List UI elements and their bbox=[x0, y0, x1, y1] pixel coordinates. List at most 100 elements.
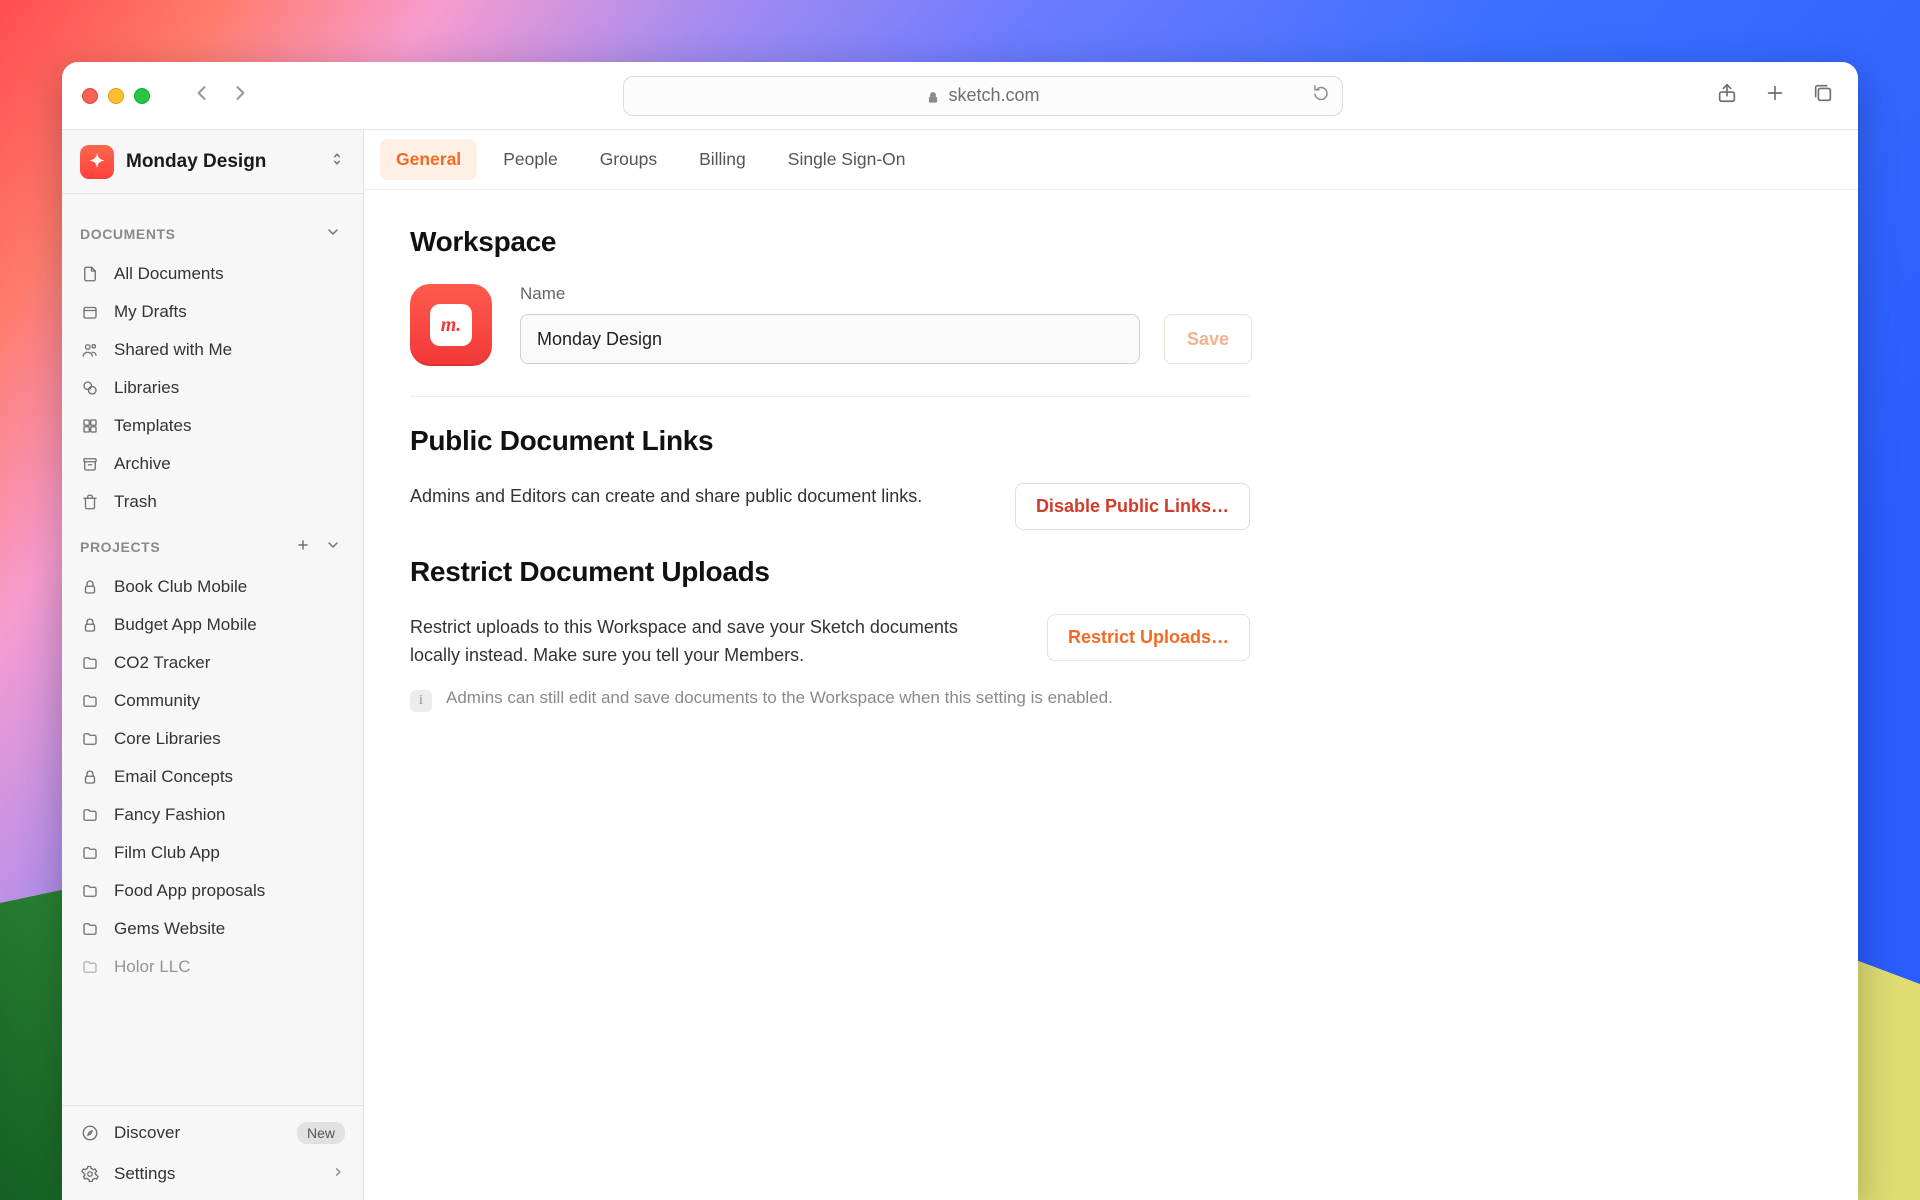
toolbar-right bbox=[1716, 82, 1834, 109]
files-icon bbox=[80, 264, 100, 284]
sidebar-item-all-documents[interactable]: All Documents bbox=[62, 255, 363, 293]
sidebar-item-label: Fancy Fashion bbox=[114, 805, 226, 825]
lock-icon bbox=[80, 767, 100, 787]
minimize-window-button[interactable] bbox=[108, 88, 124, 104]
sidebar-item-label: Shared with Me bbox=[114, 340, 232, 360]
tabs-overview-button[interactable] bbox=[1812, 82, 1834, 109]
tab-billing[interactable]: Billing bbox=[683, 139, 762, 180]
save-button[interactable]: Save bbox=[1164, 314, 1252, 364]
browser-toolbar: sketch.com bbox=[62, 62, 1858, 130]
workspace-switcher[interactable]: ✦ Monday Design bbox=[62, 130, 363, 194]
sidebar-item-label: Budget App Mobile bbox=[114, 615, 257, 635]
sidebar-project-item[interactable]: Food App proposals bbox=[62, 872, 363, 910]
folder-icon bbox=[80, 957, 100, 977]
disable-public-links-button[interactable]: Disable Public Links… bbox=[1015, 483, 1250, 530]
folder-icon bbox=[80, 729, 100, 749]
workspace-name: Monday Design bbox=[126, 151, 313, 173]
sidebar-item-label: Email Concepts bbox=[114, 767, 233, 787]
sidebar-item-libraries[interactable]: Libraries bbox=[62, 369, 363, 407]
sidebar-item-label: Templates bbox=[114, 416, 191, 436]
new-badge: New bbox=[297, 1122, 345, 1144]
lock-icon bbox=[80, 577, 100, 597]
nav-arrows bbox=[192, 83, 250, 108]
compass-icon bbox=[80, 1123, 100, 1143]
settings-tabs: GeneralPeopleGroupsBillingSingle Sign-On bbox=[364, 130, 1858, 190]
info-icon: i bbox=[410, 690, 432, 712]
sidebar-item-my-drafts[interactable]: My Drafts bbox=[62, 293, 363, 331]
folder-icon bbox=[80, 881, 100, 901]
restrict-uploads-button[interactable]: Restrict Uploads… bbox=[1047, 614, 1250, 661]
main-panel: GeneralPeopleGroupsBillingSingle Sign-On… bbox=[364, 130, 1858, 1200]
browser-window: sketch.com ✦ Monday Design bbox=[62, 62, 1858, 1200]
tab-groups[interactable]: Groups bbox=[584, 139, 673, 180]
sidebar-item-templates[interactable]: Templates bbox=[62, 407, 363, 445]
workspace-avatar-initial: m. bbox=[430, 304, 472, 346]
drafts-icon bbox=[80, 302, 100, 322]
sidebar-footer: Discover New Settings bbox=[62, 1105, 363, 1200]
sidebar-project-item[interactable]: Email Concepts bbox=[62, 758, 363, 796]
sidebar-item-label: Book Club Mobile bbox=[114, 577, 247, 597]
up-down-chevron-icon bbox=[325, 147, 349, 176]
archive-icon bbox=[80, 454, 100, 474]
sidebar-project-item[interactable]: Core Libraries bbox=[62, 720, 363, 758]
address-bar-host: sketch.com bbox=[948, 85, 1039, 106]
sidebar-item-label: Trash bbox=[114, 492, 157, 512]
sidebar-item-settings[interactable]: Settings bbox=[62, 1154, 363, 1194]
sidebar-item-label: Holor LLC bbox=[114, 957, 191, 977]
sidebar: ✦ Monday Design DOCUMENTS All DocumentsM… bbox=[62, 130, 364, 1200]
libraries-icon bbox=[80, 378, 100, 398]
sidebar-item-archive[interactable]: Archive bbox=[62, 445, 363, 483]
trash-icon bbox=[80, 492, 100, 512]
chevron-right-icon bbox=[331, 1164, 345, 1184]
address-bar[interactable]: sketch.com bbox=[623, 76, 1343, 116]
sidebar-item-label: Gems Website bbox=[114, 919, 225, 939]
sidebar-item-label: Discover bbox=[114, 1123, 180, 1143]
name-field-label: Name bbox=[520, 284, 1324, 304]
tab-people[interactable]: People bbox=[487, 139, 574, 180]
back-button[interactable] bbox=[192, 83, 212, 108]
folder-icon bbox=[80, 691, 100, 711]
lock-icon bbox=[926, 89, 940, 103]
sidebar-project-item[interactable]: Community bbox=[62, 682, 363, 720]
public-links-description: Admins and Editors can create and share … bbox=[410, 483, 955, 511]
sidebar-item-label: Archive bbox=[114, 454, 171, 474]
documents-section-header: DOCUMENTS bbox=[62, 208, 363, 255]
maximize-window-button[interactable] bbox=[134, 88, 150, 104]
lock-icon bbox=[80, 615, 100, 635]
workspace-name-input[interactable] bbox=[520, 314, 1140, 364]
sidebar-project-item[interactable]: Book Club Mobile bbox=[62, 568, 363, 606]
sidebar-project-item[interactable]: Gems Website bbox=[62, 910, 363, 948]
sidebar-item-label: CO2 Tracker bbox=[114, 653, 210, 673]
forward-button[interactable] bbox=[230, 83, 250, 108]
add-project-button[interactable] bbox=[291, 533, 315, 560]
workspace-heading: Workspace bbox=[410, 226, 1324, 258]
workspace-logo-icon: ✦ bbox=[80, 145, 114, 179]
new-tab-button[interactable] bbox=[1764, 82, 1786, 109]
sidebar-project-item[interactable]: Holor LLC bbox=[62, 948, 363, 986]
reload-button[interactable] bbox=[1312, 84, 1330, 107]
sidebar-project-item[interactable]: Film Club App bbox=[62, 834, 363, 872]
sidebar-project-item[interactable]: CO2 Tracker bbox=[62, 644, 363, 682]
sidebar-item-label: Community bbox=[114, 691, 200, 711]
sidebar-item-label: Core Libraries bbox=[114, 729, 221, 749]
sidebar-item-discover[interactable]: Discover New bbox=[62, 1112, 363, 1154]
folder-icon bbox=[80, 805, 100, 825]
share-button[interactable] bbox=[1716, 82, 1738, 109]
workspace-avatar[interactable]: m. bbox=[410, 284, 492, 366]
close-window-button[interactable] bbox=[82, 88, 98, 104]
collapse-projects-button[interactable] bbox=[321, 533, 345, 560]
sidebar-project-item[interactable]: Budget App Mobile bbox=[62, 606, 363, 644]
window-controls bbox=[82, 88, 150, 104]
templates-icon bbox=[80, 416, 100, 436]
sidebar-item-label: Food App proposals bbox=[114, 881, 265, 901]
tab-general[interactable]: General bbox=[380, 139, 477, 180]
restrict-uploads-heading: Restrict Document Uploads bbox=[410, 556, 1324, 588]
projects-section-header: PROJECTS bbox=[62, 521, 363, 568]
sidebar-item-shared-with-me[interactable]: Shared with Me bbox=[62, 331, 363, 369]
projects-section-label: PROJECTS bbox=[80, 539, 285, 555]
sidebar-project-item[interactable]: Fancy Fashion bbox=[62, 796, 363, 834]
collapse-documents-button[interactable] bbox=[321, 220, 345, 247]
tab-single-sign-on[interactable]: Single Sign-On bbox=[772, 139, 922, 180]
sidebar-item-trash[interactable]: Trash bbox=[62, 483, 363, 521]
public-links-heading: Public Document Links bbox=[410, 425, 1324, 457]
